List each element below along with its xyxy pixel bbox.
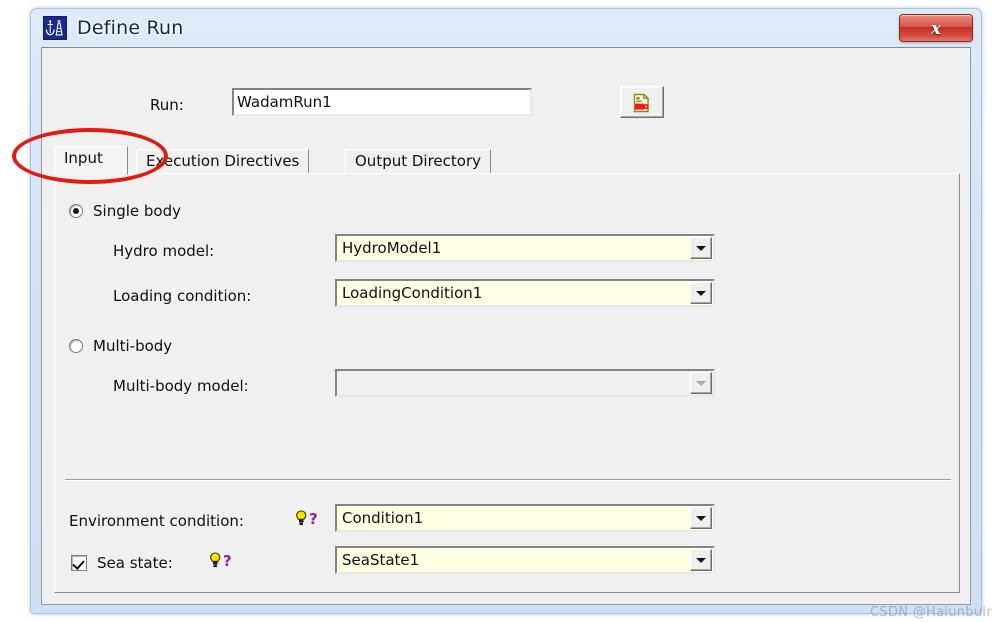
sea-state-label: Sea state: — [97, 554, 173, 572]
tab-execution-directives[interactable]: Execution Directives — [136, 149, 310, 174]
watermark-text: CSDN @Haiunbuir — [870, 605, 992, 620]
close-icon: x — [930, 19, 942, 39]
chevron-down-icon[interactable] — [690, 282, 712, 304]
hydro-model-combo[interactable]: HydroModel1 — [335, 234, 715, 262]
svg-text:?: ? — [309, 510, 318, 528]
tab-output-directory[interactable]: Output Directory — [345, 149, 492, 174]
multi-body-model-label: Multi-body model: — [113, 377, 249, 395]
environment-condition-label: Environment condition: — [69, 512, 244, 530]
single-body-label: Single body — [93, 202, 181, 220]
multi-body-radio[interactable] — [69, 339, 83, 353]
export-document-button[interactable] — [620, 86, 664, 118]
window-title: Define Run — [77, 17, 184, 39]
title-bar[interactable]: Define Run x — [31, 9, 981, 49]
ship-anchor-icon — [43, 16, 67, 40]
section-divider — [65, 479, 951, 481]
environment-condition-value: Condition1 — [342, 509, 424, 527]
chevron-down-icon[interactable] — [690, 237, 712, 259]
loading-condition-label: Loading condition: — [113, 287, 252, 305]
export-document-icon — [633, 93, 649, 113]
run-name-input[interactable] — [232, 88, 532, 116]
svg-text:?: ? — [223, 552, 232, 570]
environment-condition-combo[interactable]: Condition1 — [335, 504, 715, 532]
loading-condition-combo[interactable]: LoadingCondition1 — [335, 279, 715, 307]
tab-strip: Input Execution Directives Output Direct… — [54, 146, 960, 175]
loading-condition-value: LoadingCondition1 — [342, 284, 483, 302]
tab-input[interactable]: Input — [54, 146, 128, 175]
lightbulb-help-icon[interactable]: ? — [293, 508, 327, 530]
lightbulb-help-icon[interactable]: ? — [207, 550, 241, 572]
multi-body-model-combo[interactable] — [335, 369, 715, 397]
dialog-client-area: Run: Input Execution Directives Output D… — [41, 47, 971, 605]
input-tab-panel: Single body Hydro model: HydroModel1 Loa… — [54, 173, 960, 593]
hydro-model-label: Hydro model: — [113, 242, 215, 260]
hydro-model-value: HydroModel1 — [342, 239, 442, 257]
sea-state-checkbox[interactable] — [71, 555, 87, 571]
sea-state-combo[interactable]: SeaState1 — [335, 546, 715, 574]
run-label: Run: — [150, 96, 184, 114]
sea-state-value: SeaState1 — [342, 551, 420, 569]
multi-body-label: Multi-body — [93, 337, 173, 355]
chevron-down-icon[interactable] — [690, 549, 712, 571]
single-body-radio[interactable] — [69, 204, 83, 218]
close-button[interactable]: x — [899, 14, 973, 42]
define-run-dialog: Define Run x Run: I — [30, 8, 982, 614]
chevron-down-icon — [690, 372, 712, 394]
chevron-down-icon[interactable] — [690, 507, 712, 529]
